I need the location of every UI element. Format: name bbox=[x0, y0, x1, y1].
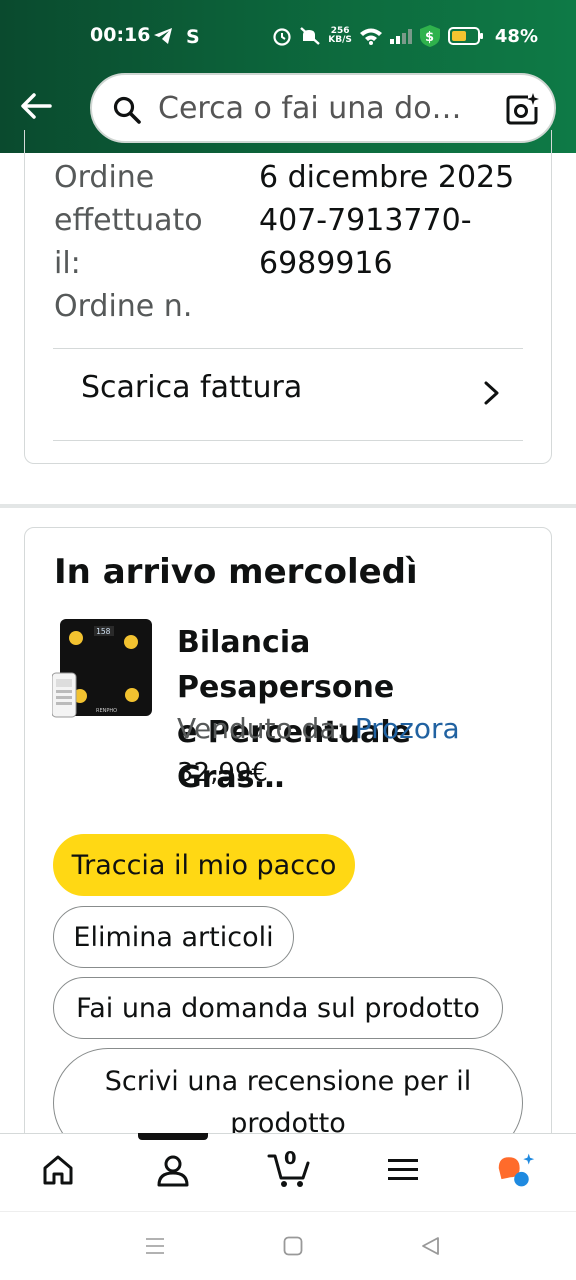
camera-search-icon[interactable] bbox=[504, 91, 540, 127]
nav-home[interactable] bbox=[38, 1148, 78, 1192]
network-speed: 256 KB/S bbox=[328, 26, 352, 45]
rufus-icon bbox=[498, 1153, 535, 1187]
active-tab-indicator bbox=[138, 1133, 208, 1140]
seller-info: Venduto da: Prozora bbox=[177, 712, 460, 745]
ask-question-button[interactable]: Fai una domanda sul prodotto bbox=[53, 977, 503, 1039]
home-button-icon[interactable] bbox=[283, 1236, 303, 1256]
home-icon bbox=[43, 1155, 73, 1185]
wifi-icon bbox=[359, 28, 382, 45]
seller-link[interactable]: Prozora bbox=[355, 712, 460, 745]
section-separator bbox=[0, 504, 576, 508]
cart-count: 0 bbox=[284, 1148, 297, 1169]
chevron-right-icon[interactable] bbox=[481, 380, 503, 406]
divider bbox=[53, 440, 523, 441]
order-labels: Ordine effettuato il: Ordine n. bbox=[54, 156, 203, 328]
menu-icon bbox=[388, 1159, 418, 1180]
telegram-icon bbox=[154, 28, 172, 44]
status-time: 00:16 bbox=[90, 24, 151, 46]
back-button-icon[interactable] bbox=[420, 1236, 440, 1256]
nav-rufus[interactable] bbox=[496, 1148, 536, 1192]
svg-text:S: S bbox=[186, 26, 200, 46]
svg-text:RENPHO: RENPHO bbox=[96, 708, 117, 714]
skype-icon: S bbox=[186, 26, 200, 46]
order-number-value: 407-7913770- bbox=[259, 203, 472, 238]
download-invoice-link[interactable]: Scarica fattura bbox=[81, 370, 302, 405]
product-price: 32,99€ bbox=[177, 758, 268, 788]
vpn-shield-icon: $ bbox=[419, 25, 440, 47]
mute-icon bbox=[300, 27, 321, 45]
alarm-icon bbox=[273, 28, 291, 46]
order-date-label: Ordine bbox=[54, 160, 155, 195]
account-icon bbox=[157, 1155, 189, 1187]
order-values: 6 dicembre 2025 407-7913770- 6989916 bbox=[259, 156, 514, 285]
track-package-button[interactable]: Traccia il mio pacco bbox=[53, 834, 355, 896]
signal-icon bbox=[389, 29, 412, 44]
svg-text:158: 158 bbox=[96, 627, 111, 636]
product-image[interactable]: 158 RENPHO bbox=[52, 618, 156, 718]
divider bbox=[53, 348, 523, 349]
delete-items-button[interactable]: Elimina articoli bbox=[53, 906, 294, 968]
nav-account[interactable] bbox=[153, 1148, 193, 1192]
order-number-value-2: 6989916 bbox=[259, 246, 393, 281]
recents-icon[interactable] bbox=[145, 1236, 165, 1256]
battery-icon bbox=[447, 27, 483, 45]
order-date-value: 6 dicembre 2025 bbox=[259, 160, 515, 195]
search-input[interactable]: Cerca o fai una do… bbox=[158, 91, 480, 126]
system-nav-bar bbox=[0, 1211, 576, 1280]
arrival-title: In arrivo mercoledì bbox=[54, 552, 418, 592]
svg-text:$: $ bbox=[425, 30, 434, 45]
battery-percent: 48% bbox=[494, 25, 538, 47]
order-number-label: Ordine n. bbox=[54, 289, 193, 324]
nav-menu[interactable] bbox=[383, 1148, 423, 1192]
order-date-label-3: il: bbox=[54, 246, 81, 281]
search-icon bbox=[113, 96, 141, 124]
order-date-label-2: effettuato bbox=[54, 203, 203, 238]
back-arrow-icon[interactable] bbox=[16, 86, 56, 126]
